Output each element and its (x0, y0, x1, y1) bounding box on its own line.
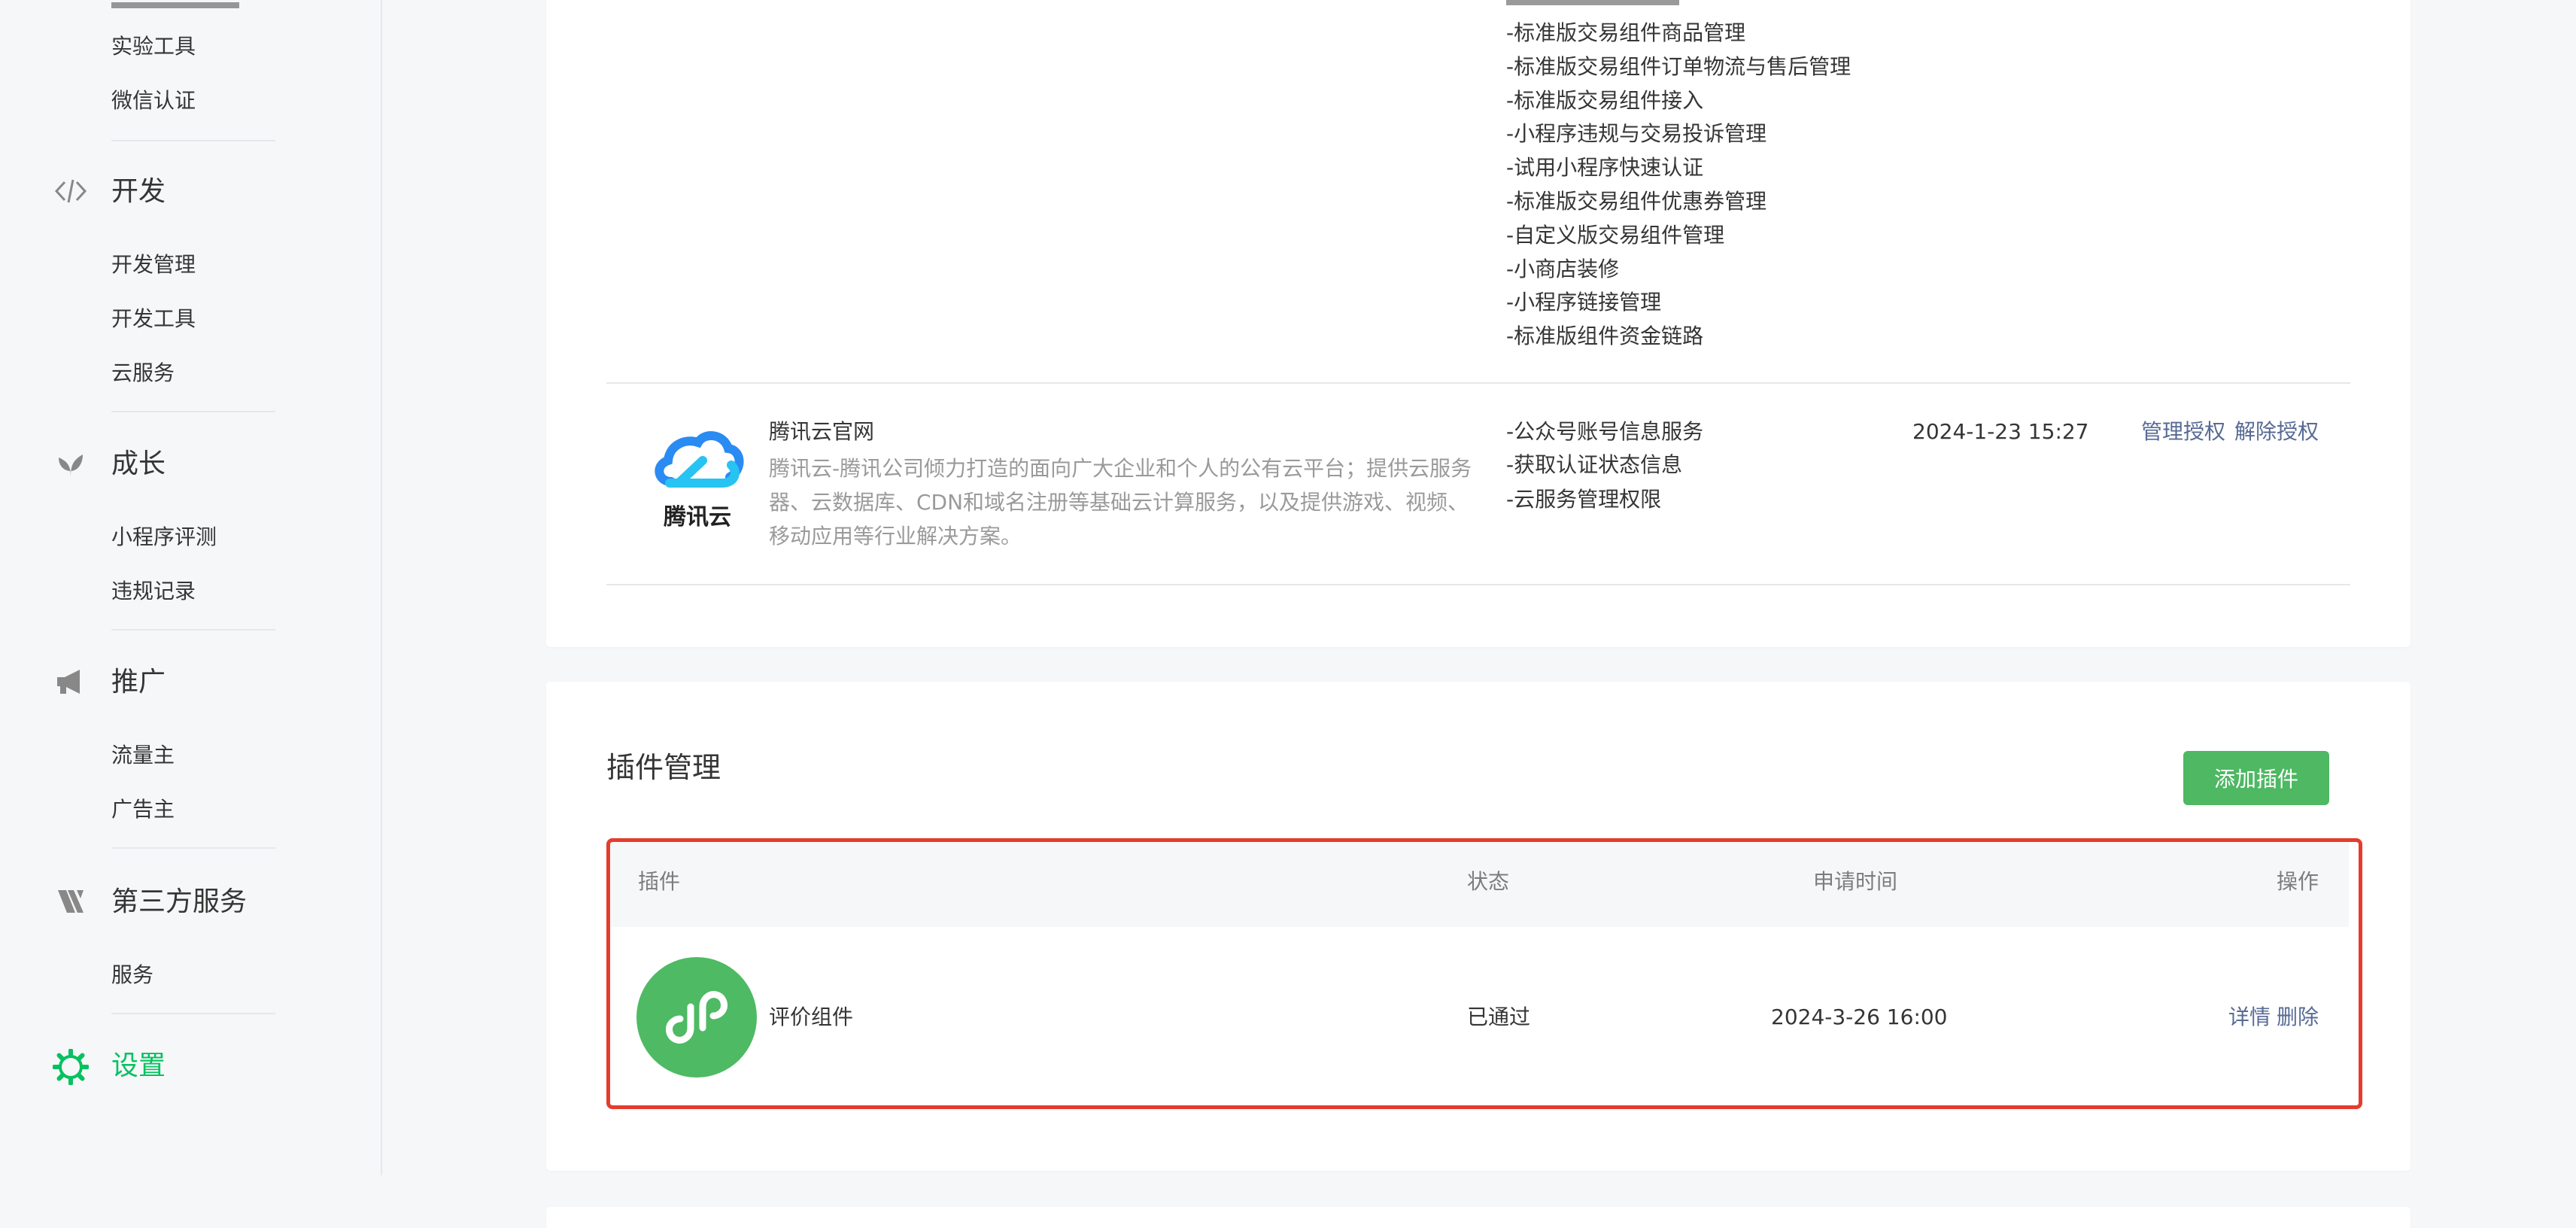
row-divider (606, 584, 2350, 585)
sidebar-item-dev-manage[interactable]: 开发管理 (111, 250, 196, 280)
permission-item-cut-off (1506, 0, 1679, 14)
sidebar-section-third-party[interactable]: 第三方服务 (111, 883, 247, 921)
sidebar-section-growth[interactable]: 成长 (111, 445, 166, 483)
service-name: 腾讯云官网 (769, 419, 875, 444)
plugin-management-title: 插件管理 (606, 751, 721, 784)
permission-item: -标准版交易组件订单物流与售后管理 (1506, 53, 1852, 79)
manage-authorization-link[interactable]: 管理授权 (2141, 417, 2225, 447)
permission-item: -自定义版交易组件管理 (1506, 222, 1725, 248)
sidebar-section-promote[interactable]: 推广 (111, 664, 166, 701)
row-divider (606, 382, 2350, 384)
permission-item: -标准版交易组件接入 (1506, 87, 1704, 113)
sidebar-item-dev-tools[interactable]: 开发工具 (111, 304, 196, 334)
sidebar-item-advertiser[interactable]: 广告主 (111, 795, 175, 825)
third-party-icon (51, 882, 90, 921)
gear-icon (51, 1047, 90, 1087)
permission-item: -标准版组件资金链路 (1506, 324, 1704, 349)
tencent-cloud-logo-text: 腾讯云 (664, 504, 731, 530)
sidebar-divider (111, 1013, 275, 1014)
sidebar-item-cut-off[interactable] (111, 0, 239, 17)
next-card (546, 1207, 2410, 1228)
sidebar-section-settings[interactable]: 设置 (111, 1047, 166, 1085)
tencent-cloud-logo: 腾讯云 (649, 423, 746, 534)
revoke-authorization-link[interactable]: 解除授权 (2234, 417, 2319, 447)
sidebar: 实验工具 微信认证 开发 开发管理 开发工具 云服务 成长 小程序评测 违规记录… (0, 0, 382, 1175)
permission-item: -试用小程序快速认证 (1506, 155, 1704, 181)
megaphone-icon (51, 662, 90, 701)
sidebar-item-violations[interactable]: 违规记录 (111, 576, 196, 606)
sidebar-item-mini-eval[interactable]: 小程序评测 (111, 522, 217, 552)
add-plugin-button[interactable]: 添加插件 (2183, 751, 2329, 805)
service-permission: -公众号账号信息服务 (1506, 419, 1704, 444)
service-auth-time: 2024-1-23 15:27 (1912, 419, 2089, 444)
permission-item: -小程序链接管理 (1506, 290, 1662, 315)
service-description: 腾讯云-腾讯公司倾力打造的面向广大企业和个人的公有云平台；提供云服务器、云数据库… (769, 456, 1472, 549)
leaf-icon (51, 445, 90, 485)
service-permission: -云服务管理权限 (1506, 487, 1662, 512)
sidebar-divider (111, 411, 275, 412)
sidebar-item-services[interactable]: 服务 (111, 960, 153, 990)
sidebar-item-wechat-verify[interactable]: 微信认证 (111, 86, 196, 116)
sidebar-section-develop[interactable]: 开发 (111, 173, 166, 211)
service-permission: -获取认证状态信息 (1506, 452, 1683, 477)
highlight-box (606, 838, 2362, 1109)
app-root: 实验工具 微信认证 开发 开发管理 开发工具 云服务 成长 小程序评测 违规记录… (0, 0, 2576, 1228)
sidebar-divider (111, 847, 275, 849)
sidebar-item-cloud-service[interactable]: 云服务 (111, 358, 175, 388)
permission-item: -标准版交易组件优惠券管理 (1506, 189, 1767, 214)
sidebar-item-experiment-tools[interactable]: 实验工具 (111, 32, 196, 62)
sidebar-item-traffic-owner[interactable]: 流量主 (111, 740, 175, 771)
permission-item: -小程序违规与交易投诉管理 (1506, 121, 1767, 147)
permission-item: -标准版交易组件商品管理 (1506, 20, 1746, 45)
sidebar-divider (111, 140, 275, 141)
sidebar-divider (111, 629, 275, 631)
permission-item: -小商店装修 (1506, 256, 1620, 281)
code-icon (51, 172, 90, 211)
